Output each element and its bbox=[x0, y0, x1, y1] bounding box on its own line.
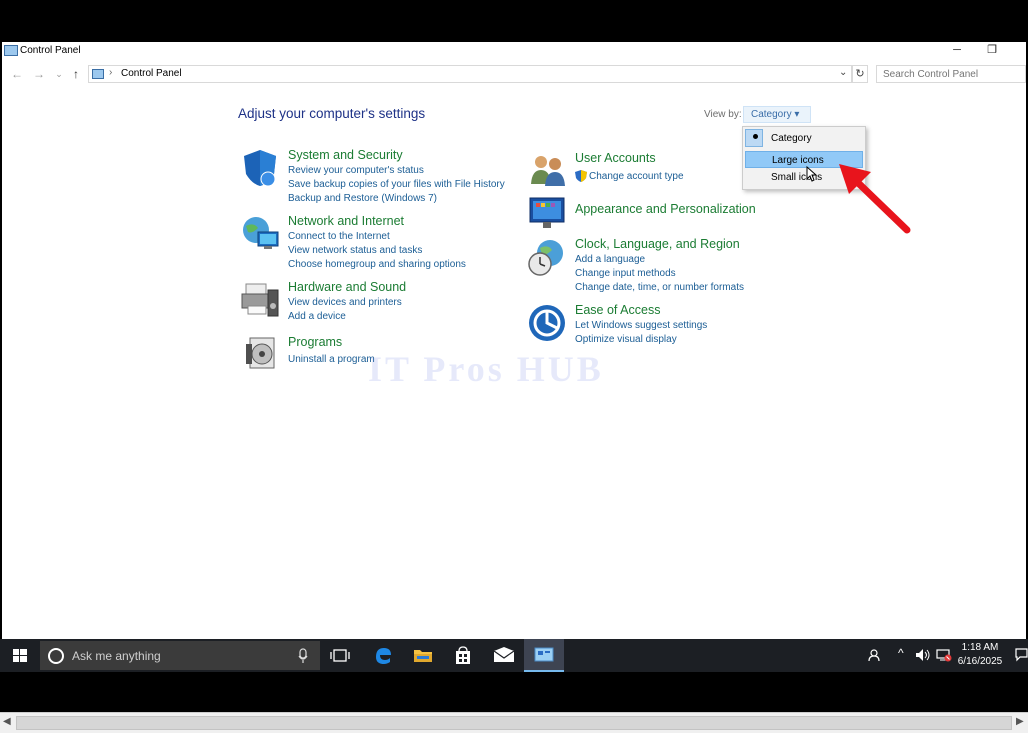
clock-language-region-link[interactable]: Clock, Language, and Region bbox=[575, 237, 740, 251]
backup-restore-link[interactable]: Backup and Restore (Windows 7) bbox=[288, 192, 437, 206]
cortana-search-box[interactable]: Ask me anything bbox=[40, 641, 320, 670]
clock[interactable]: 1:18 AM 6/16/2025 bbox=[950, 641, 1010, 669]
control-panel-window: Control Panel ─ ❐ ← → ⌄ ↑ › Control Pane… bbox=[2, 42, 1026, 639]
mouse-cursor-icon bbox=[806, 166, 818, 182]
user-accounts-link[interactable]: User Accounts bbox=[575, 151, 656, 165]
scrollbar-thumb[interactable] bbox=[16, 716, 1012, 730]
edge-browser-icon[interactable] bbox=[373, 645, 393, 665]
minimize-button[interactable]: ─ bbox=[947, 42, 967, 60]
windows-start-icon[interactable] bbox=[0, 639, 40, 672]
up-arrow-icon[interactable]: ↑ bbox=[67, 65, 85, 83]
red-arrow-annotation-icon bbox=[839, 164, 911, 234]
control-panel-icon bbox=[534, 647, 554, 662]
page-title: Adjust your computer's settings bbox=[238, 106, 426, 121]
taskbar: Ask me anything ^ 1:18 AM 6/16/2025 bbox=[0, 639, 1028, 672]
appearance-personalization-link[interactable]: Appearance and Personalization bbox=[575, 202, 756, 216]
watermark: IT Pros HUB bbox=[368, 349, 604, 389]
hardware-and-sound-link[interactable]: Hardware and Sound bbox=[288, 280, 406, 294]
show-hidden-icons-chevron-icon[interactable]: ^ bbox=[898, 646, 904, 660]
uac-shield-icon bbox=[575, 170, 587, 182]
volume-icon[interactable] bbox=[915, 648, 931, 662]
address-dropdown-chevron-icon[interactable]: ⌄ bbox=[839, 67, 847, 78]
system-and-security-link[interactable]: System and Security bbox=[288, 148, 403, 162]
scroll-right-arrow-icon[interactable]: ▶ bbox=[1016, 716, 1024, 727]
address-bar[interactable]: › Control Panel ⌄ bbox=[88, 65, 852, 83]
file-history-link[interactable]: Save backup copies of your files with Fi… bbox=[288, 178, 505, 192]
taskbar-control-panel[interactable] bbox=[524, 639, 564, 672]
view-by-label: View by: bbox=[704, 109, 742, 120]
cortana-placeholder: Ask me anything bbox=[72, 649, 161, 663]
people-icon[interactable] bbox=[868, 648, 882, 662]
store-icon[interactable] bbox=[453, 645, 473, 665]
programs-link[interactable]: Programs bbox=[288, 335, 342, 349]
forward-arrow-icon[interactable]: → bbox=[30, 65, 48, 83]
breadcrumb-control-panel[interactable]: Control Panel bbox=[121, 68, 182, 79]
title-bar: Control Panel ─ ❐ bbox=[2, 42, 1026, 62]
clock-globe-icon[interactable] bbox=[526, 238, 568, 278]
review-status-link[interactable]: Review your computer's status bbox=[288, 164, 424, 178]
add-device-link[interactable]: Add a device bbox=[288, 310, 346, 324]
scroll-left-arrow-icon[interactable]: ◀ bbox=[3, 716, 11, 727]
clock-date: 6/16/2025 bbox=[957, 656, 1003, 667]
menu-item-category[interactable]: Category bbox=[745, 130, 863, 147]
network-and-internet-link[interactable]: Network and Internet bbox=[288, 214, 404, 228]
horizontal-scrollbar[interactable]: ◀ ▶ bbox=[0, 712, 1028, 733]
network-globe-icon[interactable] bbox=[240, 214, 280, 254]
change-account-type-link[interactable]: Change account type bbox=[589, 170, 684, 184]
navigation-bar: ← → ⌄ ↑ › Control Panel ⌄ ↻ bbox=[2, 63, 1026, 87]
back-arrow-icon[interactable]: ← bbox=[8, 65, 26, 83]
add-language-link[interactable]: Add a language bbox=[575, 253, 645, 267]
devices-printers-link[interactable]: View devices and printers bbox=[288, 296, 402, 310]
clock-time: 1:18 AM bbox=[961, 642, 999, 653]
microphone-icon[interactable] bbox=[298, 648, 308, 664]
network-status-link[interactable]: View network status and tasks bbox=[288, 244, 422, 258]
mail-icon[interactable] bbox=[493, 647, 515, 663]
file-explorer-icon[interactable] bbox=[413, 646, 433, 664]
recent-locations-chevron-icon[interactable]: ⌄ bbox=[50, 65, 68, 83]
homegroup-link[interactable]: Choose homegroup and sharing options bbox=[288, 258, 466, 272]
restore-button[interactable]: ❐ bbox=[982, 42, 1002, 60]
appearance-monitor-icon[interactable] bbox=[528, 194, 568, 232]
uninstall-program-link[interactable]: Uninstall a program bbox=[288, 353, 375, 367]
user-accounts-icon[interactable] bbox=[528, 152, 568, 188]
bottom-black-border bbox=[0, 672, 1028, 712]
control-panel-icon bbox=[4, 45, 18, 56]
view-by-dropdown[interactable]: Category ▾ bbox=[743, 106, 811, 123]
task-view-icon[interactable] bbox=[330, 647, 350, 664]
control-panel-icon bbox=[92, 69, 104, 79]
window-title: Control Panel bbox=[20, 45, 81, 56]
top-black-border bbox=[0, 0, 1028, 42]
search-input[interactable] bbox=[876, 65, 1026, 83]
programs-disc-icon[interactable] bbox=[242, 334, 282, 374]
ease-of-access-link[interactable]: Ease of Access bbox=[575, 303, 660, 317]
cortana-icon bbox=[48, 648, 64, 664]
ease-of-access-icon[interactable] bbox=[528, 304, 566, 342]
printer-icon[interactable] bbox=[240, 280, 280, 320]
suggest-settings-link[interactable]: Let Windows suggest settings bbox=[575, 319, 707, 333]
change-input-methods-link[interactable]: Change input methods bbox=[575, 267, 676, 281]
connect-internet-link[interactable]: Connect to the Internet bbox=[288, 230, 390, 244]
shield-icon[interactable] bbox=[240, 148, 280, 188]
action-center-icon[interactable] bbox=[1015, 648, 1028, 662]
optimize-display-link[interactable]: Optimize visual display bbox=[575, 333, 677, 347]
breadcrumb-separator-icon[interactable]: › bbox=[109, 67, 112, 78]
change-formats-link[interactable]: Change date, time, or number formats bbox=[575, 281, 744, 295]
refresh-icon[interactable]: ↻ bbox=[852, 65, 868, 83]
